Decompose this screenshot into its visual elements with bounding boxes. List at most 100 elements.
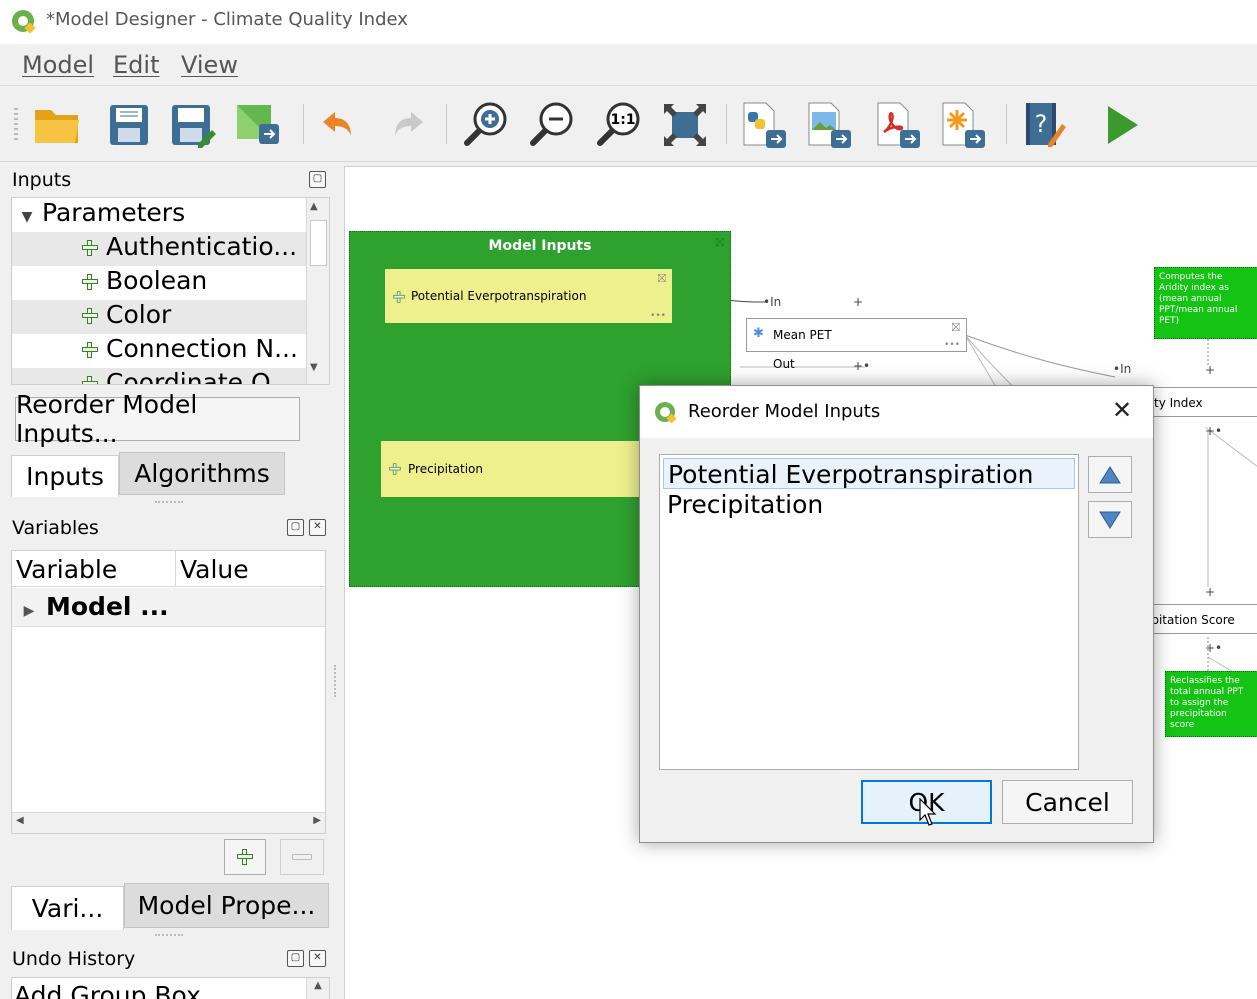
zoom-full-icon[interactable]	[660, 100, 710, 150]
tab-variables[interactable]: Vari...	[11, 886, 124, 930]
toolbar-separator	[726, 104, 727, 144]
tree-item-coordinate-operation[interactable]: Coordinate O...	[12, 368, 306, 384]
arrow-down-icon	[1099, 511, 1121, 529]
expand-arrow-icon[interactable]: ▶	[12, 592, 46, 630]
variables-panel-title: Variables	[12, 517, 99, 539]
minus-icon	[292, 854, 312, 860]
scroll-right-icon[interactable]: ▶	[313, 815, 321, 826]
column-header-value[interactable]: Value	[176, 551, 325, 587]
toolbar-grip[interactable]	[14, 108, 18, 142]
menu-view[interactable]: View	[181, 51, 238, 79]
reorder-model-inputs-button[interactable]: Reorder Model Inputs...	[15, 390, 300, 448]
float-panel-icon[interactable]: ▢	[309, 171, 326, 188]
mouse-cursor-icon	[919, 798, 937, 826]
add-variable-button[interactable]	[224, 839, 266, 875]
scroll-up-icon[interactable]: ▲	[310, 201, 318, 212]
reorder-model-inputs-dialog: Reorder Model Inputs ✕ Potential Everpot…	[639, 385, 1154, 843]
tree-item-connection-name[interactable]: Connection N...	[12, 334, 306, 368]
remove-variable-button[interactable]	[280, 839, 324, 875]
save-as-icon[interactable]	[168, 100, 218, 150]
list-item-potential-evapotranspiration[interactable]: Potential Everpotranspiration	[663, 458, 1075, 489]
export-pdf-icon[interactable]	[872, 100, 922, 150]
list-item[interactable]: Add Group Box	[14, 981, 201, 999]
scroll-up-icon[interactable]: ▲	[306, 978, 329, 999]
cancel-button[interactable]: Cancel	[1002, 780, 1133, 824]
tab-inputs[interactable]: Inputs	[11, 455, 119, 497]
add-icon	[82, 308, 98, 324]
help-edit-icon[interactable]: ?	[1018, 100, 1068, 150]
zoom-actual-icon[interactable]: 1:1	[594, 100, 644, 150]
scroll-down-icon[interactable]: ▼	[310, 362, 318, 373]
float-panel-icon[interactable]: ▢	[287, 950, 304, 967]
add-icon	[82, 240, 98, 256]
toolbar-separator	[303, 104, 304, 144]
svg-text:?: ?	[1035, 110, 1048, 138]
tree-root-parameters[interactable]: ▼ Parameters	[12, 198, 306, 232]
add-icon	[393, 291, 405, 303]
move-down-button[interactable]	[1088, 501, 1132, 538]
export-python-icon[interactable]	[738, 100, 788, 150]
redo-icon[interactable]	[381, 100, 431, 150]
column-header-variable[interactable]: Variable	[12, 551, 176, 587]
list-item-precipitation[interactable]: Precipitation	[663, 489, 1075, 520]
close-panel-icon[interactable]: ✕	[309, 950, 326, 967]
tree-item-authentication[interactable]: Authenticatio...	[12, 232, 306, 266]
close-icon[interactable]: ✕	[1112, 396, 1132, 424]
zoom-out-icon[interactable]	[527, 100, 577, 150]
toolbar-separator	[1006, 104, 1007, 144]
add-icon	[82, 376, 98, 384]
export-image-file-icon[interactable]	[803, 100, 853, 150]
splitter-handle-vertical[interactable]	[334, 665, 338, 697]
tab-algorithms[interactable]: Algorithms	[119, 452, 285, 495]
more-icon[interactable]: •••	[944, 340, 960, 350]
delete-icon[interactable]: ⛝	[952, 321, 960, 335]
tree-item-color[interactable]: Color	[12, 300, 306, 334]
tree-item-boolean[interactable]: Boolean	[12, 266, 306, 300]
algorithm-node-mean-pet[interactable]: ✱ Mean PET ⛝ •••	[746, 318, 967, 352]
port-in-label: •In	[763, 295, 782, 309]
svg-text:1:1: 1:1	[610, 112, 635, 128]
parameters-tree: ▼ Parameters Authenticatio... Boolean Col…	[11, 197, 330, 385]
menu-edit[interactable]: Edit	[113, 51, 159, 79]
comment-precipitation[interactable]: Reclassifies the total annual PPT to ass…	[1165, 671, 1257, 737]
comment-aridity[interactable]: Computes the Aridity index as (mean annu…	[1154, 267, 1257, 339]
table-row[interactable]: ▶ Model ...	[12, 588, 325, 627]
scroll-left-icon[interactable]: ◀	[16, 815, 24, 826]
zoom-in-icon[interactable]	[461, 100, 511, 150]
collapse-arrow-icon[interactable]: ▼	[12, 209, 42, 225]
open-folder-icon[interactable]	[32, 100, 82, 150]
horizontal-scrollbar[interactable]: ◀ ▶	[12, 812, 325, 833]
add-icon	[82, 342, 98, 358]
toolbar-separator	[446, 104, 447, 144]
qgis-logo-icon	[655, 402, 677, 424]
scroll-thumb[interactable]	[310, 220, 327, 266]
input-node-precipitation[interactable]: Precipitation	[381, 441, 641, 497]
undo-panel-title: Undo History	[12, 948, 136, 970]
run-icon[interactable]	[1098, 100, 1148, 150]
tab-model-properties[interactable]: Model Prope...	[124, 883, 329, 928]
export-image-icon[interactable]	[233, 100, 283, 150]
input-node-potential-evapotranspiration[interactable]: Potential Everpotranspiration ⛝ •••	[385, 269, 672, 323]
menu-model[interactable]: Model	[22, 51, 94, 79]
port-plus: +•	[1205, 641, 1223, 655]
tree-scrollbar[interactable]: ▲ ▼	[306, 198, 329, 384]
add-icon	[82, 274, 98, 290]
close-panel-icon[interactable]: ✕	[309, 519, 326, 536]
window-title: *Model Designer - Climate Quality Index	[46, 9, 408, 30]
add-icon	[237, 849, 253, 865]
undo-list: Add Group Box ▲	[11, 977, 330, 999]
group-title: Model Inputs	[488, 238, 592, 254]
window-title-bar: *Model Designer - Climate Quality Index	[0, 0, 1257, 44]
save-icon[interactable]	[104, 100, 154, 150]
port-plus: +	[853, 295, 864, 309]
float-panel-icon[interactable]: ▢	[287, 519, 304, 536]
undo-icon[interactable]	[315, 100, 365, 150]
export-svg-icon[interactable]	[937, 100, 987, 150]
delete-icon[interactable]: ⛝	[658, 272, 666, 286]
splitter-handle[interactable]	[155, 934, 183, 938]
arrow-up-icon	[1099, 465, 1121, 483]
more-icon[interactable]: •••	[650, 311, 666, 321]
move-up-button[interactable]	[1088, 456, 1132, 493]
splitter-handle[interactable]	[155, 501, 183, 505]
delete-icon[interactable]: ⛝	[716, 236, 724, 250]
